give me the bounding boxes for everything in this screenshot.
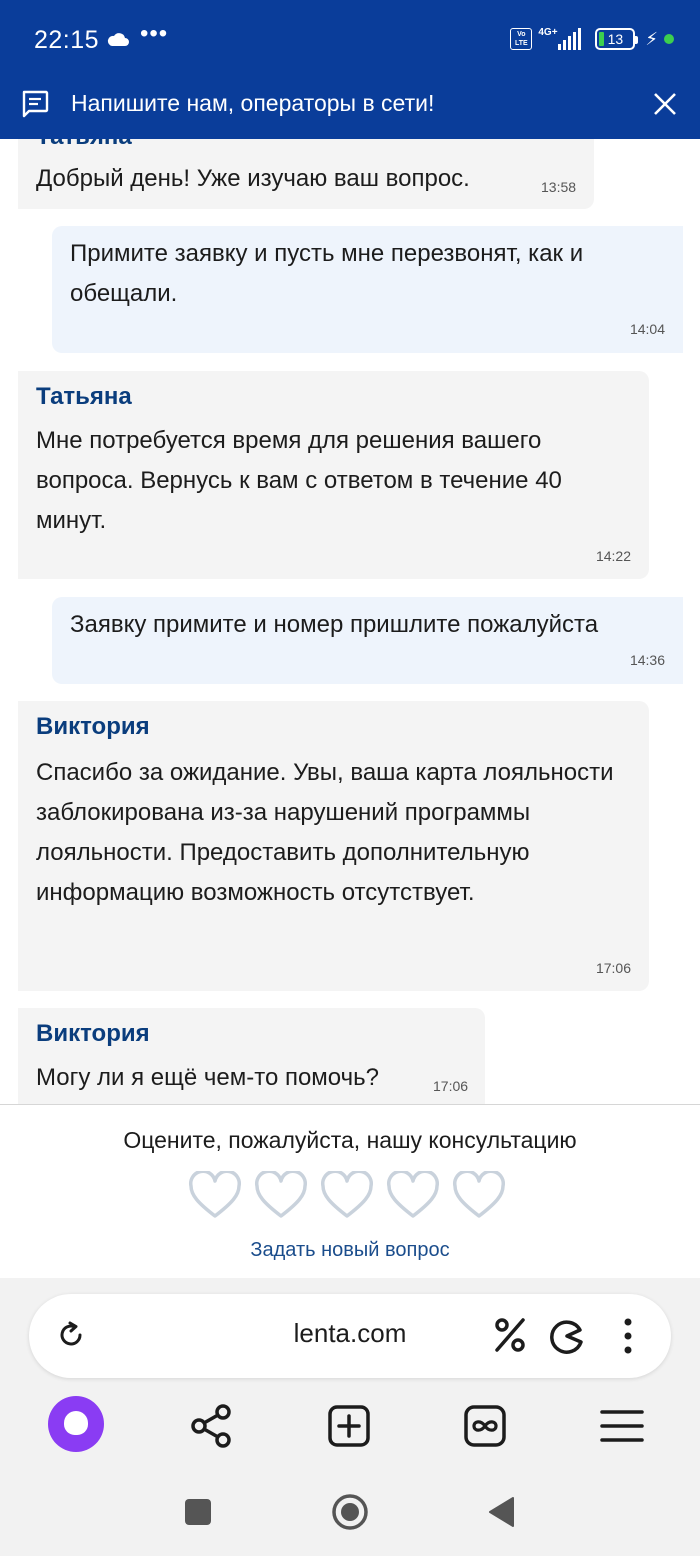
message-user: Примите заявку и пусть мне перезвонят, к… [52, 226, 683, 353]
message-text: Добрый день! Уже изучаю ваш вопрос. [36, 165, 470, 192]
back-icon[interactable] [487, 1496, 517, 1528]
more-dots-icon: ••• [140, 20, 169, 47]
home-icon[interactable] [330, 1492, 370, 1532]
chat-title: Напишите нам, операторы в сети! [71, 90, 435, 116]
heart-icon[interactable] [452, 1171, 506, 1221]
recents-icon[interactable] [183, 1497, 213, 1527]
alice-icon[interactable] [48, 1396, 104, 1452]
message-time: 17:06 [595, 960, 631, 976]
address-bar[interactable]: lenta.com [29, 1294, 671, 1378]
green-dot-icon [664, 34, 674, 44]
volte-icon: Vo LTE [510, 28, 533, 50]
signal-icon [558, 28, 582, 50]
message-text: Примите заявку и пусть мне перезвонят, к… [70, 240, 584, 307]
status-time: 22:15 [34, 26, 100, 54]
message-author: Татьяна [36, 139, 132, 151]
menu-icon[interactable] [594, 1398, 650, 1454]
message-author: Виктория [36, 1020, 150, 1047]
browser-toolbar: lenta.com [0, 1278, 700, 1556]
battery-icon: 13 [595, 28, 639, 50]
chat-icon [22, 90, 49, 118]
rating-panel: Оцените, пожалуйста, нашу консультацию З… [0, 1104, 700, 1278]
message-time: 14:22 [595, 548, 631, 564]
message-author: Виктория [36, 713, 150, 740]
message-list[interactable]: Татьяна Добрый день! Уже изучаю ваш вопр… [0, 139, 700, 1105]
chat-header: Напишите нам, операторы в сети! [0, 80, 700, 139]
system-navigation [0, 1483, 700, 1543]
browser-nav-row [0, 1396, 700, 1458]
pacman-icon[interactable] [549, 1318, 585, 1354]
heart-icon[interactable] [386, 1171, 440, 1221]
charging-icon: ⚡ [645, 28, 658, 49]
message-text: Мне потребуется время для решения вашего… [36, 427, 562, 534]
message-author: Татьяна [36, 383, 132, 410]
heart-icon[interactable] [320, 1171, 374, 1221]
message-time: 14:04 [629, 321, 665, 337]
status-icons: Vo LTE 4G+ 13 ⚡ [510, 28, 674, 50]
message-text: Могу ли я ещё чем-то помочь? [36, 1064, 379, 1091]
app-header: 22:15 ••• Vo LTE 4G+ 13 ⚡ Напишите нам, … [0, 0, 700, 139]
message-operator: Татьяна Добрый день! Уже изучаю ваш вопр… [18, 139, 594, 209]
battery-level: 13 [607, 31, 624, 47]
message-operator: Виктория Спасибо за ожидание. Увы, ваша … [18, 701, 649, 991]
message-time: 13:58 [541, 179, 577, 195]
status-bar: 22:15 ••• Vo LTE 4G+ 13 ⚡ [0, 0, 700, 80]
percent-icon[interactable] [493, 1316, 527, 1354]
message-operator: Татьяна Мне потребуется время для решени… [18, 371, 649, 579]
message-text: Спасибо за ожидание. Увы, ваша карта лоя… [36, 759, 614, 906]
heart-icon[interactable] [188, 1171, 242, 1221]
tabs-icon[interactable] [457, 1398, 513, 1454]
new-question-link[interactable]: Задать новый вопрос [0, 1239, 700, 1262]
message-time: 17:06 [433, 1078, 469, 1094]
rating-hearts [188, 1171, 506, 1221]
share-icon[interactable] [183, 1398, 239, 1454]
message-text: Заявку примите и номер пришлите пожалуйс… [70, 611, 599, 638]
rating-prompt: Оцените, пожалуйста, нашу консультацию [123, 1127, 577, 1153]
message-operator: Виктория Могу ли я ещё чем-то помочь? 17… [18, 1008, 485, 1105]
cloud-icon [107, 33, 129, 46]
more-vertical-icon[interactable] [619, 1316, 637, 1356]
network-type: 4G+ [538, 27, 558, 38]
message-time: 14:36 [629, 652, 665, 668]
close-icon[interactable] [650, 89, 680, 119]
heart-icon[interactable] [254, 1171, 308, 1221]
new-tab-icon[interactable] [321, 1398, 377, 1454]
message-user: Заявку примите и номер пришлите пожалуйс… [52, 597, 683, 684]
